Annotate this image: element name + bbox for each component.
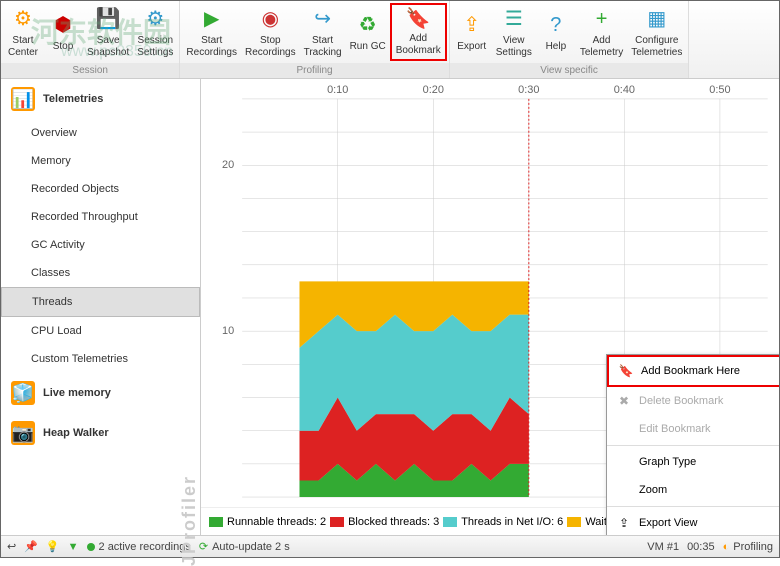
export-icon: ⇪ bbox=[458, 11, 486, 39]
add-bookmark-icon: 🔖 bbox=[404, 7, 432, 31]
save-snapshot-icon: 💾 bbox=[94, 5, 122, 33]
sidebar-section-telemetries[interactable]: 📊Telemetries bbox=[1, 79, 200, 119]
status-bulb-icon[interactable]: 💡 bbox=[46, 540, 60, 553]
ctx-add-bookmark-here[interactable]: 🔖Add Bookmark Here bbox=[607, 355, 779, 387]
view-settings-label: ViewSettings bbox=[496, 35, 532, 59]
live-memory-icon: 🧊 bbox=[11, 381, 35, 405]
legend-blocked: Blocked threads: 3 bbox=[330, 516, 439, 528]
save-snapshot-button[interactable]: 💾SaveSnapshot bbox=[83, 3, 133, 61]
stop-recordings-button[interactable]: ◉StopRecordings bbox=[241, 3, 300, 61]
sidebar-item-memory[interactable]: Memory bbox=[1, 147, 200, 175]
add-bookmark-button[interactable]: 🔖AddBookmark bbox=[390, 3, 447, 61]
status-pin-icon[interactable]: 📌 bbox=[24, 540, 38, 553]
svg-text:20: 20 bbox=[222, 159, 234, 171]
run-gc-button[interactable]: ♻ Run GC bbox=[346, 3, 390, 61]
svg-text:0:20: 0:20 bbox=[423, 84, 444, 96]
export-label: Export bbox=[457, 41, 486, 53]
status-back-icon[interactable]: ↩ bbox=[7, 540, 16, 553]
status-bar: ↩ 📌 💡 ▼ 2 active recordings ⟳Auto-update… bbox=[1, 535, 779, 557]
svg-text:0:50: 0:50 bbox=[709, 84, 730, 96]
sidebar-item-custom-telemetries[interactable]: Custom Telemetries bbox=[1, 345, 200, 373]
ctx-graph-type-icon bbox=[615, 453, 633, 471]
sidebar-item-cpu-load[interactable]: CPU Load bbox=[1, 317, 200, 345]
help-label: Help bbox=[546, 41, 567, 53]
sidebar-item-threads[interactable]: Threads bbox=[1, 287, 200, 317]
stop-recordings-label: StopRecordings bbox=[245, 35, 296, 59]
ctx-add-bookmark-here-icon: 🔖 bbox=[617, 362, 635, 380]
status-time: 00:35 bbox=[687, 541, 715, 553]
ctx-delete-bookmark: ✖Delete Bookmark bbox=[607, 387, 779, 415]
session-settings-label: SessionSettings bbox=[137, 35, 173, 59]
ribbon-toolbar: ⚙StartCenter⬢Stop💾SaveSnapshot⚙SessionSe… bbox=[1, 1, 779, 79]
ctx-zoom[interactable]: Zoom▸ bbox=[607, 476, 779, 504]
svg-text:0:30: 0:30 bbox=[518, 84, 539, 96]
save-snapshot-label: SaveSnapshot bbox=[87, 35, 129, 59]
legend-netio: Threads in Net I/O: 6 bbox=[443, 516, 563, 528]
chart-area[interactable]: 0:10 0:20 0:30 0:40 0:50 10 20 Runnable thread… bbox=[201, 79, 779, 535]
start-recordings-label: StartRecordings bbox=[186, 35, 237, 59]
ctx-zoom-icon bbox=[615, 481, 633, 499]
sidebar-item-overview[interactable]: Overview bbox=[1, 119, 200, 147]
session-settings-icon: ⚙ bbox=[141, 5, 169, 33]
ribbon-group-view-specific: View specific bbox=[450, 63, 689, 78]
ribbon-group-session: Session bbox=[1, 63, 179, 78]
ctx-delete-bookmark-icon: ✖ bbox=[615, 392, 633, 410]
start-center-icon: ⚙ bbox=[9, 5, 37, 33]
view-settings-button[interactable]: ☰ViewSettings bbox=[492, 3, 536, 61]
help-button[interactable]: ? Help bbox=[536, 3, 576, 61]
start-tracking-button[interactable]: ↪StartTracking bbox=[300, 3, 346, 61]
ribbon-group-profiling: Profiling bbox=[180, 63, 448, 78]
run-gc-icon: ♻ bbox=[354, 11, 382, 39]
ctx-export-view[interactable]: ⇪Export ViewCtrl-R bbox=[607, 509, 779, 535]
status-vm: VM #1 bbox=[647, 541, 679, 553]
status-autoupdate[interactable]: ⟳Auto-update 2 s bbox=[199, 540, 290, 553]
session-settings-button[interactable]: ⚙SessionSettings bbox=[133, 3, 177, 61]
heap-walker-icon: 📷 bbox=[11, 421, 35, 445]
start-tracking-icon: ↪ bbox=[309, 5, 337, 33]
add-telemetry-label: AddTelemetry bbox=[580, 35, 623, 59]
sidebar-section-heap-walker[interactable]: 📷Heap Walker bbox=[1, 413, 200, 453]
ctx-graph-type[interactable]: Graph Type▸ bbox=[607, 448, 779, 476]
add-telemetry-button[interactable]: +AddTelemetry bbox=[576, 3, 627, 61]
legend-runnable: Runnable threads: 2 bbox=[209, 516, 326, 528]
ctx-edit-bookmark: Edit Bookmark bbox=[607, 415, 779, 443]
add-telemetry-icon: + bbox=[588, 5, 616, 33]
view-settings-icon: ☰ bbox=[500, 5, 528, 33]
start-recordings-button[interactable]: ▶StartRecordings bbox=[182, 3, 241, 61]
ctx-export-view-icon: ⇪ bbox=[615, 514, 633, 532]
ctx-edit-bookmark-icon bbox=[615, 420, 633, 438]
status-recordings[interactable]: 2 active recordings bbox=[87, 541, 191, 553]
sidebar-item-recorded-throughput[interactable]: Recorded Throughput bbox=[1, 203, 200, 231]
help-icon: ? bbox=[542, 11, 570, 39]
stop-button[interactable]: ⬢ Stop bbox=[43, 3, 83, 61]
svg-text:0:40: 0:40 bbox=[614, 84, 635, 96]
sidebar-item-classes[interactable]: Classes bbox=[1, 259, 200, 287]
sidebar: 📊TelemetriesOverviewMemoryRecorded Objec… bbox=[1, 79, 201, 535]
svg-text:0:10: 0:10 bbox=[327, 84, 348, 96]
sidebar-item-gc-activity[interactable]: GC Activity bbox=[1, 231, 200, 259]
run-gc-label: Run GC bbox=[350, 41, 386, 53]
export-button[interactable]: ⇪ Export bbox=[452, 3, 492, 61]
main-area: 📊TelemetriesOverviewMemoryRecorded Objec… bbox=[1, 79, 779, 535]
svg-text:10: 10 bbox=[222, 325, 234, 337]
context-menu: 🔖Add Bookmark Here✖Delete BookmarkEdit B… bbox=[606, 354, 779, 535]
start-center-label: StartCenter bbox=[8, 35, 38, 59]
start-tracking-label: StartTracking bbox=[304, 35, 342, 59]
configure-telemetries-label: ConfigureTelemetries bbox=[631, 35, 682, 59]
telemetries-icon: 📊 bbox=[11, 87, 35, 111]
sidebar-branding: JProfiler bbox=[179, 475, 200, 566]
status-profiling: ◐Profiling bbox=[723, 541, 773, 553]
stop-label: Stop bbox=[53, 41, 74, 53]
stop-icon: ⬢ bbox=[49, 11, 77, 39]
status-down-icon[interactable]: ▼ bbox=[68, 541, 79, 553]
sidebar-section-live-memory[interactable]: 🧊Live memory bbox=[1, 373, 200, 413]
configure-telemetries-button[interactable]: ▦ConfigureTelemetries bbox=[627, 3, 686, 61]
stop-recordings-icon: ◉ bbox=[256, 5, 284, 33]
sidebar-item-recorded-objects[interactable]: Recorded Objects bbox=[1, 175, 200, 203]
configure-telemetries-icon: ▦ bbox=[643, 5, 671, 33]
add-bookmark-label: AddBookmark bbox=[396, 33, 441, 57]
start-center-button[interactable]: ⚙StartCenter bbox=[3, 3, 43, 61]
start-recordings-icon: ▶ bbox=[198, 5, 226, 33]
